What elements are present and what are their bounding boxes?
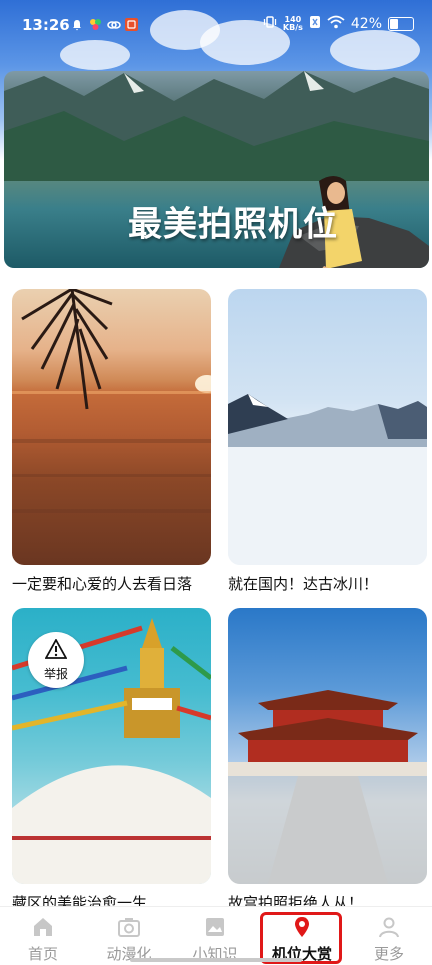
nav-label: 更多	[373, 945, 404, 963]
mountain-illustration	[4, 71, 429, 181]
clock: 13:26	[22, 16, 70, 34]
photo-spot-card[interactable]: 就在国内！达古冰川！	[228, 289, 427, 594]
bottom-navigation: 首页 动漫化 小知识 机位大赏 更多	[0, 906, 432, 965]
sunset-illustration	[12, 289, 211, 513]
person-icon	[377, 915, 401, 939]
app-colorful-icon	[89, 17, 101, 30]
battery-icon	[388, 17, 414, 31]
network-speed: 140 KB/s	[283, 16, 303, 32]
battery-percent: 42%	[350, 16, 382, 32]
palace-illustration	[228, 690, 427, 884]
status-bar: 13:26 140 KB/s 42%	[0, 0, 432, 50]
card-caption: 一定要和心爱的人去看日落	[12, 575, 193, 593]
report-label: 举报	[43, 666, 68, 681]
hero-title: 最美拍照机位	[128, 204, 338, 245]
app-link-icon	[107, 17, 121, 29]
card-caption: 就在国内！达古冰川！	[228, 575, 379, 593]
image-icon	[203, 915, 227, 939]
card-image-sunset[interactable]	[12, 289, 211, 565]
notification-icons	[71, 17, 138, 31]
photo-spot-card[interactable]: 举报 藏区的美能治愈一生	[12, 608, 211, 913]
battery-level-fill	[390, 19, 398, 29]
nav-item-anime[interactable]: 动漫化	[86, 907, 172, 965]
home-indicator[interactable]	[130, 958, 302, 962]
photo-spot-card[interactable]: 故宫拍照拒绝人从！	[228, 608, 427, 913]
vibrate-icon	[263, 15, 277, 33]
card-image-glacier[interactable]	[228, 289, 427, 565]
card-image-stupa[interactable]: 举报	[12, 608, 211, 884]
card-image-palace[interactable]	[228, 608, 427, 884]
active-tab-highlight	[260, 912, 342, 964]
hero-banner[interactable]: 最美拍照机位	[4, 71, 429, 268]
nav-label: 首页	[27, 945, 58, 963]
wifi-icon	[327, 15, 345, 33]
camera-icon	[117, 915, 141, 939]
network-speed-unit: KB/s	[282, 23, 303, 32]
nav-item-home[interactable]: 首页	[0, 907, 86, 965]
nav-item-more[interactable]: 更多	[346, 907, 432, 965]
status-right: 140 KB/s 42%	[263, 15, 414, 33]
bell-icon	[71, 17, 83, 31]
report-button[interactable]: 举报	[28, 632, 84, 688]
glacier-illustration	[228, 394, 427, 565]
home-icon	[31, 915, 55, 939]
photo-spot-card[interactable]: 一定要和心爱的人去看日落	[12, 289, 211, 594]
warning-icon	[44, 637, 68, 663]
app-red-icon	[125, 17, 138, 31]
nav-item-tips[interactable]: 小知识	[172, 907, 258, 965]
bluetooth-sim-icon	[309, 15, 321, 33]
